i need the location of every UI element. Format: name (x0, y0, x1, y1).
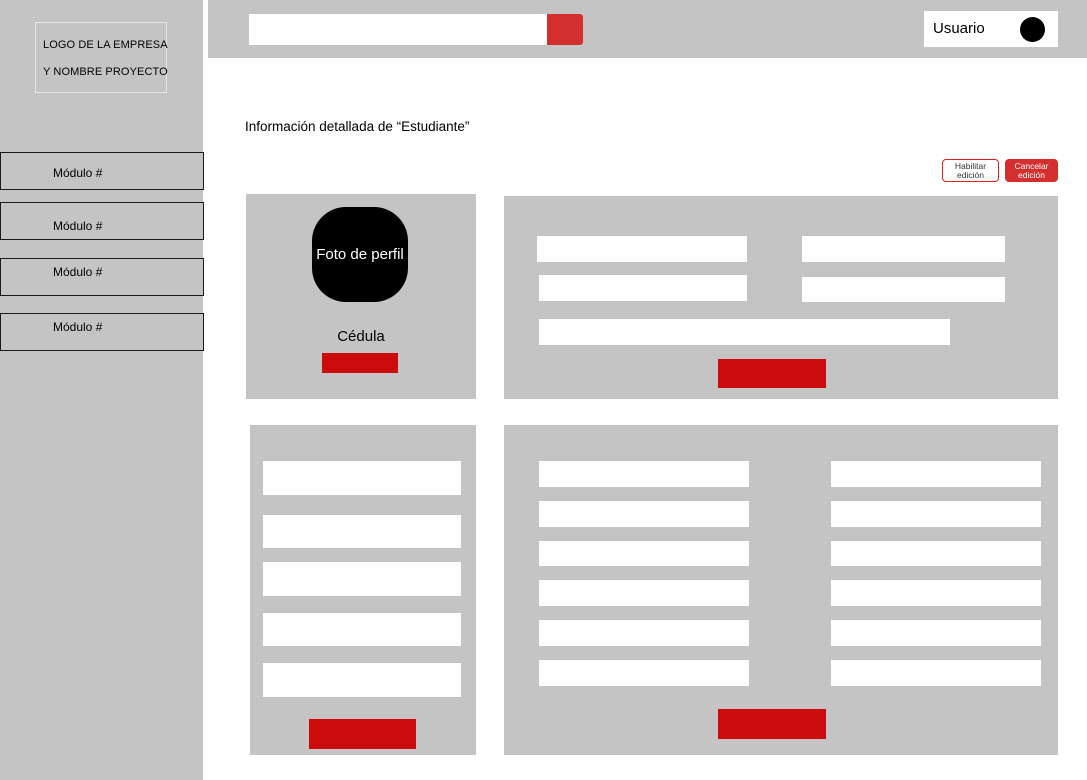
secondary-form-field-2[interactable] (263, 515, 461, 548)
logo-text-line1: LOGO DE LA EMPRESA (43, 39, 168, 51)
basic-info-field-4[interactable] (802, 277, 1005, 302)
basic-info-submit-button[interactable] (718, 359, 826, 388)
user-menu[interactable]: Usuario (924, 11, 1058, 47)
detail-form-field-left-6[interactable] (539, 660, 749, 686)
cedula-value-button[interactable] (322, 353, 398, 373)
detail-form-field-left-3[interactable] (539, 541, 749, 566)
detail-form-field-left-1[interactable] (539, 461, 749, 487)
logo-text-line2: Y NOMBRE PROYECTO (43, 66, 168, 78)
avatar (1020, 17, 1045, 42)
detail-form-submit-button[interactable] (718, 709, 826, 739)
detail-form-field-left-5[interactable] (539, 620, 749, 646)
sidebar-item-module-3[interactable]: Módulo # (0, 258, 204, 296)
detail-form-field-right-2[interactable] (831, 501, 1041, 527)
secondary-form-field-5[interactable] (263, 663, 461, 697)
sidebar-item-label: Módulo # (53, 265, 103, 279)
profile-card: Foto de perfil Cédula (246, 194, 476, 399)
secondary-form-field-4[interactable] (263, 613, 461, 646)
company-logo[interactable]: LOGO DE LA EMPRESA Y NOMBRE PROYECTO (35, 22, 168, 93)
detail-form-field-left-4[interactable] (539, 580, 749, 606)
top-bar: Usuario (208, 0, 1087, 58)
detail-form-field-right-4[interactable] (831, 580, 1041, 606)
sidebar-item-label: Módulo # (53, 166, 103, 180)
secondary-form-panel (250, 425, 476, 755)
sidebar-item-label: Módulo # (53, 219, 103, 233)
user-label: Usuario (933, 20, 985, 37)
detail-form-field-right-3[interactable] (831, 541, 1041, 566)
secondary-form-field-3[interactable] (263, 562, 461, 596)
detail-form-field-right-1[interactable] (831, 461, 1041, 487)
sidebar-item-label: Módulo # (53, 320, 103, 334)
sidebar-item-module-1[interactable]: Módulo # (0, 152, 204, 190)
secondary-form-submit-button[interactable] (309, 719, 416, 749)
sidebar-item-module-2[interactable]: Módulo # (0, 202, 204, 240)
search-button[interactable] (547, 14, 583, 45)
profile-photo[interactable]: Foto de perfil (312, 207, 408, 302)
basic-info-field-2[interactable] (802, 236, 1005, 262)
cedula-label: Cédula (337, 328, 385, 345)
detail-form-field-right-6[interactable] (831, 660, 1041, 686)
enable-edit-button[interactable]: Habilitar edición (942, 159, 999, 182)
basic-info-field-1[interactable] (537, 236, 747, 262)
basic-info-field-5[interactable] (539, 319, 950, 345)
detail-form-field-right-5[interactable] (831, 620, 1041, 646)
detail-form-field-left-2[interactable] (539, 501, 749, 527)
page-title: Información detallada de “Estudiante” (245, 119, 470, 134)
basic-info-panel (504, 196, 1058, 399)
sidebar: LOGO DE LA EMPRESA Y NOMBRE PROYECTO Mód… (0, 0, 204, 780)
secondary-form-field-1[interactable] (263, 461, 461, 495)
search-input[interactable] (249, 14, 547, 45)
basic-info-field-3[interactable] (539, 275, 747, 301)
sidebar-item-module-4[interactable]: Módulo # (0, 313, 204, 351)
detail-form-panel (504, 425, 1058, 755)
cancel-edit-button[interactable]: Cancelar edición (1005, 159, 1058, 182)
